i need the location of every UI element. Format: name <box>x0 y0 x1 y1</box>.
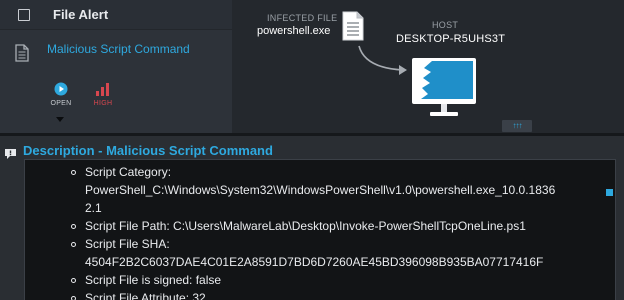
select-all-checkbox[interactable] <box>18 9 30 21</box>
host-monitor-icon[interactable] <box>412 58 476 125</box>
description-item-text: Script File Path: C:\Users\MalwareLab\De… <box>85 219 526 233</box>
severity-label: HIGH <box>93 100 113 107</box>
host-name: DESKTOP-R5UHS3T <box>396 33 506 45</box>
description-list-item: Script File is signed: false <box>71 271 605 289</box>
alert-list-title: File Alert <box>53 7 109 22</box>
description-list-item: Script File Attribute: 32 <box>71 289 605 300</box>
bullet-icon <box>71 170 76 175</box>
severity-indicator: HIGH <box>88 82 118 107</box>
bullet-icon <box>71 224 76 229</box>
alert-graph-panel: INFECTED FILE powershell.exe HOST DESKTO… <box>232 0 624 133</box>
bullet-icon <box>71 242 76 247</box>
severity-bars-icon <box>96 83 109 96</box>
infected-file-name: powershell.exe <box>257 25 331 37</box>
description-list: Script Category: PowerShell_C:\Windows\Sy… <box>71 163 605 300</box>
alert-list-panel: File Alert Malicious Script Command OPEN… <box>0 0 232 133</box>
document-icon <box>15 44 29 67</box>
description-title: Description - Malicious Script Command <box>23 143 273 158</box>
bullet-icon <box>71 278 76 283</box>
play-circle-icon <box>54 82 68 96</box>
description-item-text: 4504F2B2C6037DAE4C01E2A8591D7BD6D7260AE4… <box>85 255 544 269</box>
description-box: Script Category: PowerShell_C:\Windows\Sy… <box>24 159 616 300</box>
description-item-text: Script Category: <box>85 165 172 179</box>
open-status-label: OPEN <box>50 100 72 107</box>
description-list-item: Script Category: <box>71 163 605 181</box>
connection-arrow-icon <box>358 45 407 75</box>
description-item-text: Script File Attribute: 32 <box>85 291 206 300</box>
description-item-text: Script File SHA: <box>85 237 170 251</box>
description-list-item: 2.1 <box>85 199 605 217</box>
description-item-text: PowerShell_C:\Windows\System32\WindowsPo… <box>85 183 556 197</box>
description-item-text: Script File is signed: false <box>85 273 222 287</box>
scroll-indicator[interactable] <box>606 189 613 196</box>
description-list-item: 4504F2B2C6037DAE4C01E2A8591D7BD6D7260AE4… <box>85 253 605 271</box>
description-list-item: Script File SHA: <box>71 235 605 253</box>
description-list-item: PowerShell_C:\Windows\System32\WindowsPo… <box>85 181 605 199</box>
comment-icon <box>4 147 17 165</box>
alert-list-header: File Alert <box>0 0 232 30</box>
description-list-item: Script File Path: C:\Users\MalwareLab\De… <box>71 217 605 235</box>
infected-file-icon[interactable] <box>342 11 364 46</box>
host-label: HOST <box>432 20 459 30</box>
alert-name-link[interactable]: Malicious Script Command <box>47 42 190 56</box>
open-status[interactable]: OPEN <box>46 82 76 107</box>
description-item-text: 2.1 <box>85 201 102 215</box>
selected-caret-icon <box>56 117 64 122</box>
bullet-icon <box>71 296 76 300</box>
expand-button[interactable]: ↑↑↑ <box>502 120 532 132</box>
infected-file-label: INFECTED FILE <box>267 13 338 23</box>
